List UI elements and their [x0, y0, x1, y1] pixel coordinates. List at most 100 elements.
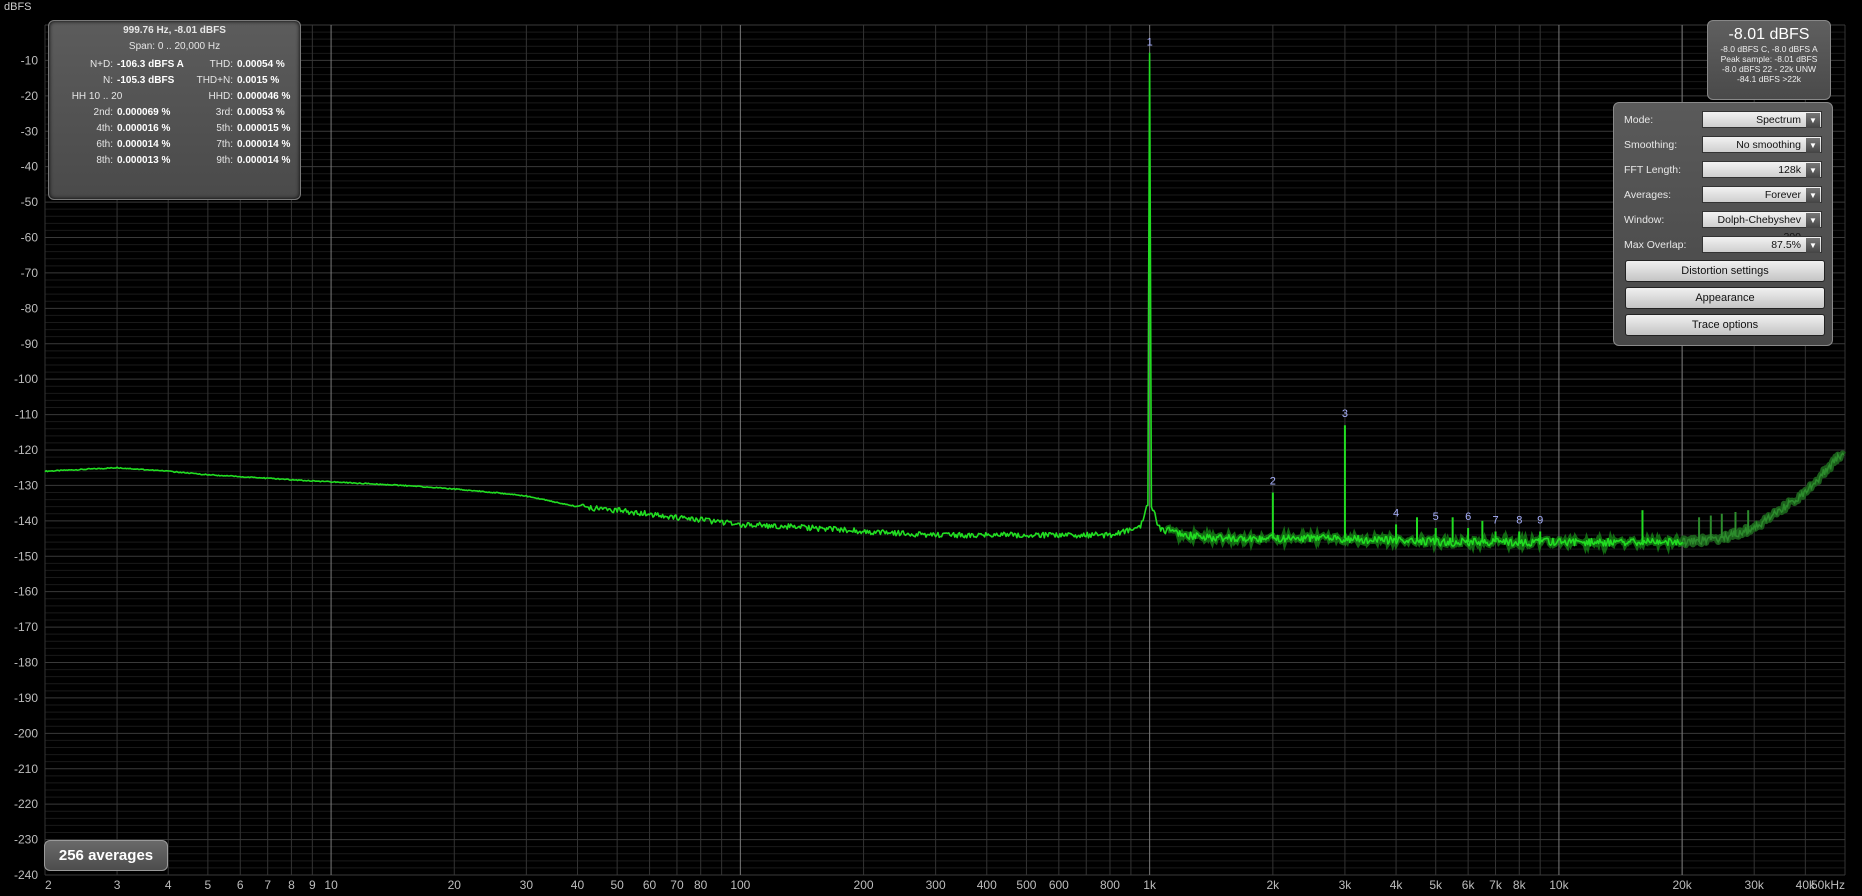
max-overlap-select[interactable]: 87.5% ▼: [1702, 236, 1822, 253]
y-tick-label: -10: [21, 53, 39, 67]
chevron-down-icon[interactable]: ▼: [1806, 163, 1820, 178]
info-label: N+D:: [89, 59, 113, 70]
info-label: 2nd:: [93, 107, 113, 118]
info-value: 0.000015 %: [237, 123, 291, 134]
harmonic-label: 1: [1147, 36, 1153, 48]
info-row: N: -105.3 dBFS THD+N: 0.0015 %: [49, 75, 300, 91]
info-value: 0.000014 %: [237, 139, 291, 150]
x-tick-label: 500: [1016, 878, 1036, 892]
x-tick-label: 9: [309, 878, 316, 892]
averages-value: Forever: [1764, 189, 1801, 201]
info-value: -106.3 dBFS A: [117, 59, 184, 70]
info-label: HH 10 .. 20: [71, 91, 123, 102]
x-tick-label: 2: [45, 878, 52, 892]
averages-select[interactable]: Forever ▼: [1702, 186, 1822, 203]
info-label: N:: [103, 75, 113, 86]
fft-length-row: FFT Length: 128k ▼: [1624, 161, 1828, 180]
x-tick-label: 70: [670, 878, 684, 892]
trace-options-button[interactable]: Trace options: [1625, 314, 1825, 336]
max-overlap-label: Max Overlap:: [1624, 239, 1687, 251]
distortion-info-box[interactable]: 999.76 Hz, -8.01 dBFS Span: 0 .. 20,000 …: [48, 20, 301, 200]
info-row: N+D: -106.3 dBFS A THD: 0.00054 %: [49, 59, 300, 75]
peak-line-3: -8.0 dBFS 22 - 22k UNW: [1721, 64, 1816, 74]
x-tick-label: 10: [324, 878, 338, 892]
x-tick-label: 2k: [1267, 878, 1281, 892]
x-tick-label: 50kHz: [1811, 878, 1845, 892]
appearance-button[interactable]: Appearance: [1625, 287, 1825, 309]
y-tick-label: -210: [14, 762, 38, 776]
measurement-header: 999.76 Hz, -8.01 dBFS: [123, 25, 226, 36]
harmonic-label: 8: [1516, 514, 1522, 526]
harmonic-label: 5: [1433, 511, 1439, 523]
mode-select[interactable]: Spectrum ▼: [1702, 111, 1822, 128]
harmonic-label: 9: [1537, 514, 1543, 526]
smoothing-row: Smoothing: No smoothing ▼: [1624, 136, 1828, 155]
x-tick-label: 20k: [1672, 878, 1692, 892]
info-label: 7th:: [216, 139, 233, 150]
chevron-down-icon[interactable]: ▼: [1806, 213, 1820, 228]
harmonic-label: 3: [1342, 408, 1348, 420]
x-tick-label: 1k: [1143, 878, 1157, 892]
x-tick-label: 80: [694, 878, 708, 892]
info-label: 9th:: [216, 155, 233, 166]
fft-length-label: FFT Length:: [1624, 164, 1682, 176]
info-label: THD+N:: [196, 75, 233, 86]
info-label: 8th:: [96, 155, 113, 166]
chevron-down-icon[interactable]: ▼: [1806, 113, 1820, 128]
info-row: 2nd: 0.000069 % 3rd: 0.00053 %: [49, 107, 300, 123]
peak-line-2: Peak sample: -8.01 dBFS: [1720, 54, 1818, 64]
info-row: 4th: 0.000016 % 5th: 0.000015 %: [49, 123, 300, 139]
info-value: 0.00054 %: [237, 59, 285, 70]
y-tick-label: -90: [21, 337, 39, 351]
harmonic-label: 7: [1492, 514, 1498, 526]
y-tick-label: -160: [14, 585, 38, 599]
x-tick-label: 7k: [1489, 878, 1503, 892]
y-tick-label: -140: [14, 514, 38, 528]
distortion-settings-button[interactable]: Distortion settings: [1625, 260, 1825, 282]
info-row: HH 10 .. 20 HHD: 0.000046 %: [49, 91, 300, 107]
smoothing-label: Smoothing:: [1624, 139, 1678, 151]
info-label: 6th:: [96, 139, 113, 150]
averages-row: Averages: Forever ▼: [1624, 186, 1828, 205]
smoothing-select[interactable]: No smoothing ▼: [1702, 136, 1822, 153]
x-tick-label: 50: [610, 878, 624, 892]
y-tick-label: -170: [14, 620, 38, 634]
x-tick-label: 5k: [1429, 878, 1443, 892]
y-tick-label: -70: [21, 266, 39, 280]
x-tick-label: 20: [448, 878, 462, 892]
x-tick-label: 8: [288, 878, 295, 892]
y-tick-label: -50: [21, 195, 39, 209]
info-value: 0.000069 %: [117, 107, 171, 118]
y-tick-label: -110: [15, 408, 38, 422]
x-tick-label: 30k: [1745, 878, 1765, 892]
x-tick-label: 10k: [1549, 878, 1569, 892]
y-axis-ticks: -10 -20 -30 -40 -50 -60 -70 -80 -90 -100 -110 -120 -…: [14, 53, 38, 882]
max-overlap-value: 87.5%: [1771, 239, 1801, 251]
spectrum-traces: [44, 52, 1847, 556]
y-tick-label: -120: [14, 443, 38, 457]
fft-length-value: 128k: [1778, 164, 1801, 176]
x-tick-label: 8k: [1513, 878, 1527, 892]
y-tick-label: -240: [14, 868, 38, 882]
info-label: THD:: [209, 59, 233, 70]
y-tick-label: -220: [14, 797, 38, 811]
chevron-down-icon[interactable]: ▼: [1806, 188, 1820, 203]
info-value: 0.000014 %: [237, 155, 291, 166]
x-tick-label: 100: [730, 878, 750, 892]
y-tick-label: -100: [14, 372, 38, 386]
x-tick-label: 60: [643, 878, 657, 892]
y-tick-label: -60: [21, 231, 39, 245]
x-tick-label: 800: [1100, 878, 1120, 892]
info-label: 4th:: [96, 123, 113, 134]
mode-value: Spectrum: [1756, 114, 1801, 126]
fft-length-select[interactable]: 128k ▼: [1702, 161, 1822, 178]
x-tick-label: 6: [237, 878, 244, 892]
y-tick-label: -200: [14, 726, 38, 740]
chevron-down-icon[interactable]: ▼: [1806, 138, 1820, 153]
window-select[interactable]: Dolph-Chebyshev 200▼: [1702, 211, 1822, 243]
window-row: Window: Dolph-Chebyshev 200▼: [1624, 211, 1828, 243]
averages-badge[interactable]: 256 averages: [44, 840, 168, 871]
y-axis-unit: dBFS: [4, 1, 32, 13]
peak-level-box[interactable]: -8.01 dBFS -8.0 dBFS C, -8.0 dBFS A Peak…: [1707, 20, 1831, 100]
chevron-down-icon[interactable]: ▼: [1806, 238, 1820, 253]
